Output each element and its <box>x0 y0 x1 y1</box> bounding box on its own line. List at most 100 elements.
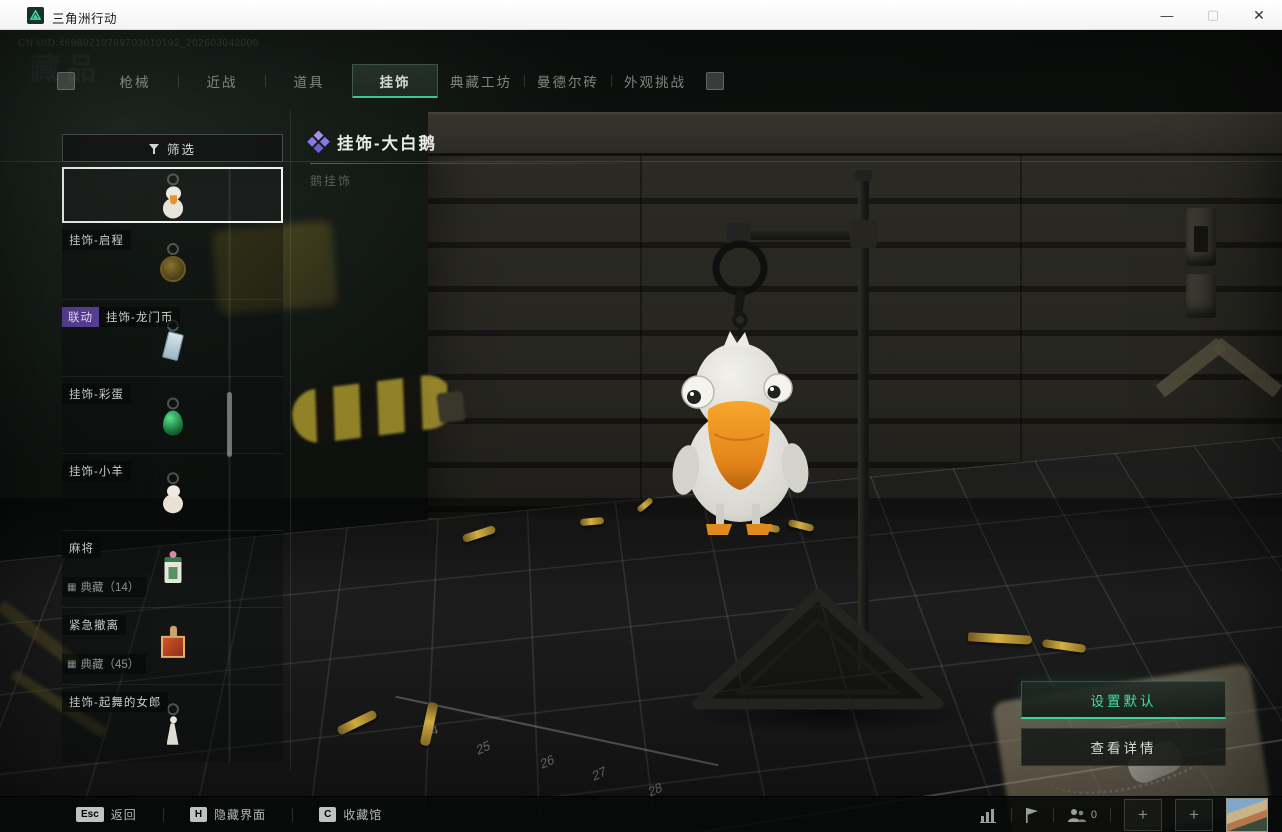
display-stand-knob <box>855 170 872 181</box>
invite-slot-button[interactable]: + <box>1124 799 1162 831</box>
maximize-button[interactable]: ▢ <box>1190 0 1236 30</box>
goose-charm <box>160 173 186 220</box>
egg-charm <box>163 398 183 436</box>
crate-latch-slot <box>1194 226 1208 252</box>
list-item-caidan[interactable]: 挂饰-彩蛋 <box>62 377 283 454</box>
item-label: 挂饰-起舞的女郎 <box>62 692 168 712</box>
minimize-button[interactable]: — <box>1144 0 1190 30</box>
tab-melee[interactable]: 近战 <box>179 64 265 98</box>
tab-charms[interactable]: 挂饰 <box>352 64 438 98</box>
rarity-diamond-icon <box>306 130 330 154</box>
uid-text: CN UID:46980210789703010192_202603042000 <box>18 38 259 49</box>
charm-hook-icon <box>167 398 179 410</box>
lamb-charm <box>160 472 186 515</box>
hotkey-label: 返回 <box>111 806 137 823</box>
footer-separator <box>1110 808 1111 822</box>
collection-count-text: 典藏（45） <box>80 656 139 672</box>
list-item-dancer[interactable]: 挂饰-起舞的女郎 <box>62 685 283 762</box>
tab-prev-hotkey-badge[interactable] <box>57 72 75 90</box>
window-titlebar: 三角洲行动 — ▢ ✕ <box>0 0 1282 30</box>
collection-icon: ▦ <box>67 659 76 670</box>
h-keycap: H <box>190 807 207 822</box>
stand-pole-clamp <box>850 220 877 248</box>
tab-mandel-brick[interactable]: 曼德尔砖 <box>525 64 611 98</box>
stats-button[interactable] <box>980 807 998 823</box>
footer-right-icons: 0 + + <box>980 797 1268 832</box>
list-item-jinjicheli[interactable]: 紧急撤离 ▦ 典藏（45） <box>62 608 283 685</box>
item-label: 挂饰-小羊 <box>62 461 131 481</box>
item-label: 挂饰-彩蛋 <box>62 384 131 404</box>
stand-triangle-base <box>688 586 948 716</box>
filter-button[interactable]: 筛选 <box>62 134 283 162</box>
footer-separator <box>163 808 164 822</box>
charm-list: 挂饰-启程 联动 挂饰-龙门币 挂饰-彩蛋 <box>62 167 283 762</box>
mahjong-charm <box>164 557 181 583</box>
report-button[interactable] <box>1025 807 1040 823</box>
list-item-majiang[interactable]: 麻将 ▦ 典藏（14） <box>62 531 283 608</box>
goose-charm-model <box>648 238 838 538</box>
footer-hotkey-bar: Esc 返回 H 隐藏界面 C 收藏馆 <box>0 796 1282 832</box>
hotkey-hide-ui[interactable]: H 隐藏界面 <box>190 806 266 823</box>
collection-count-badge: ▦ 典藏（14） <box>62 577 146 597</box>
set-default-button[interactable]: 设置默认 <box>1021 681 1226 719</box>
list-scrollbar[interactable] <box>228 167 231 762</box>
tab-collection-workshop[interactable]: 典藏工坊 <box>438 64 524 98</box>
app-logo-icon <box>27 7 44 24</box>
footer-separator <box>1011 808 1012 822</box>
list-scrollbar-thumb[interactable] <box>227 392 232 457</box>
crate-seam <box>640 156 642 534</box>
link-badge: 联动 <box>62 307 99 327</box>
item-subtitle: 鹅挂饰 <box>310 172 640 189</box>
medal-charm <box>160 243 186 282</box>
tab-next-hotkey-badge[interactable] <box>706 72 724 90</box>
window-title: 三角洲行动 <box>52 8 117 27</box>
list-item-goose[interactable] <box>62 167 283 223</box>
list-item-qicheng[interactable]: 挂饰-启程 <box>62 223 283 300</box>
hotkey-label: 收藏馆 <box>343 806 382 823</box>
people-icon <box>1067 808 1087 823</box>
item-label: 麻将 <box>62 538 101 558</box>
footer-separator <box>292 808 293 822</box>
charm-hook-icon <box>167 472 179 484</box>
item-detail-header: 挂饰-大白鹅 鹅挂饰 <box>310 130 640 189</box>
action-buttons: 设置默认 查看详情 <box>1021 681 1226 766</box>
item-label: 紧急撤离 <box>62 615 126 635</box>
tab-gear[interactable]: 道具 <box>266 64 352 98</box>
close-button[interactable]: ✕ <box>1236 0 1282 30</box>
evac-charm <box>161 636 185 658</box>
list-item-longmenbi[interactable]: 联动 挂饰-龙门币 <box>62 300 283 377</box>
collection-icon: ▦ <box>67 582 76 593</box>
item-list-panel: 筛选 挂饰-启程 联动 挂饰-龙门币 <box>62 134 283 762</box>
charm-hook-icon <box>167 243 179 255</box>
hotkey-collection-hall[interactable]: C 收藏馆 <box>319 806 382 823</box>
app-window: 三角洲行动 — ▢ ✕ 24 25 26 27 28 <box>0 0 1282 832</box>
item-label: 挂饰-龙门币 <box>99 307 180 327</box>
tabs-row: 枪械 近战 道具 挂饰 典藏工坊 曼德尔砖 外观挑战 <box>92 64 698 98</box>
item-title: 挂饰-大白鹅 <box>337 130 437 154</box>
team-count: 0 <box>1091 809 1097 821</box>
category-tabbar: 枪械 近战 道具 挂饰 典藏工坊 曼德尔砖 外观挑战 <box>0 64 1282 98</box>
title-underline <box>310 163 640 164</box>
event-thumbnail[interactable] <box>1226 798 1268 832</box>
filter-icon <box>149 143 160 154</box>
flag-icon <box>1025 807 1040 823</box>
bar-chart-icon <box>980 807 998 823</box>
panel-divider <box>290 110 291 770</box>
crate-highlight <box>428 112 1282 114</box>
tab-appearance-challenge[interactable]: 外观挑战 <box>612 64 698 98</box>
collection-count-badge: ▦ 典藏（45） <box>62 654 146 674</box>
footer-hotkeys: Esc 返回 H 隐藏界面 C 收藏馆 <box>76 806 408 823</box>
invite-slot-button[interactable]: + <box>1175 799 1213 831</box>
crate-latch <box>1186 274 1216 318</box>
canister-cap <box>436 391 465 424</box>
item-label: 挂饰-启程 <box>62 230 131 250</box>
team-button[interactable]: 0 <box>1067 808 1097 823</box>
collection-count-text: 典藏（14） <box>80 579 139 595</box>
footer-separator <box>1053 808 1054 822</box>
esc-keycap: Esc <box>76 807 104 822</box>
list-item-xiaoyang[interactable]: 挂饰-小羊 <box>62 454 283 531</box>
hotkey-back[interactable]: Esc 返回 <box>76 806 137 823</box>
tab-weapons[interactable]: 枪械 <box>92 64 178 98</box>
c-keycap: C <box>319 807 336 822</box>
view-details-button[interactable]: 查看详情 <box>1021 728 1226 766</box>
